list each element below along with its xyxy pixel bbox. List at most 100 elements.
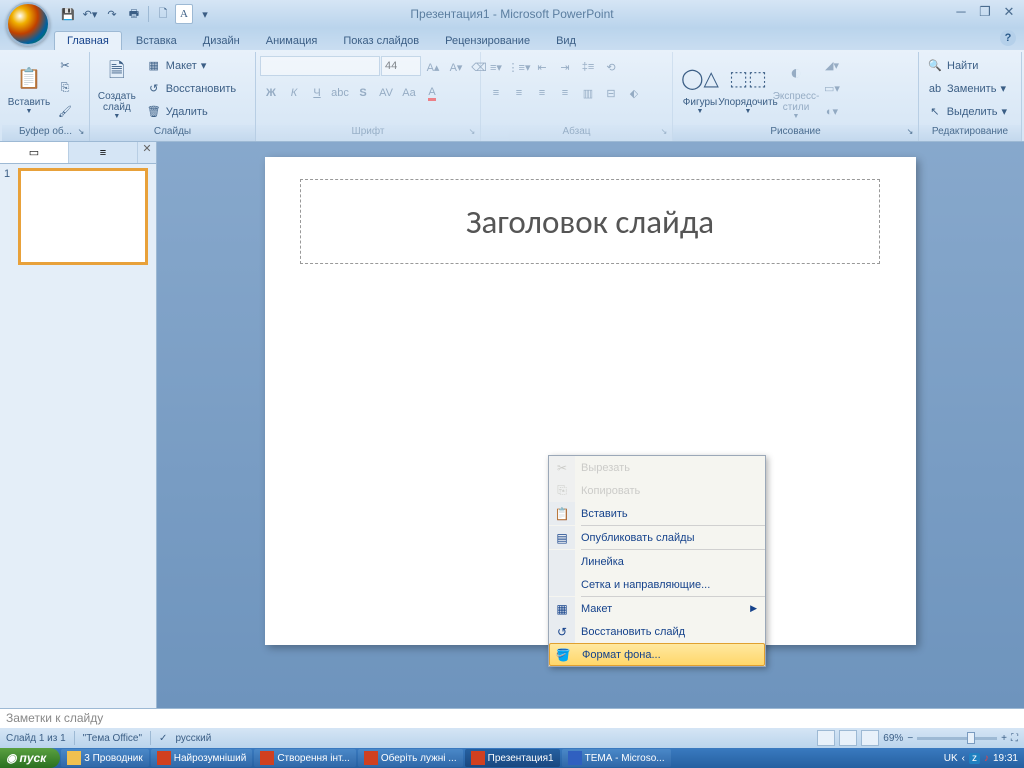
bold-icon[interactable]: Ж — [260, 82, 282, 104]
shadow-icon[interactable]: S — [352, 82, 374, 104]
dialog-launcher-icon[interactable]: ↘ — [658, 127, 670, 139]
slides-tab[interactable]: ▭ — [0, 142, 69, 163]
ctx-grid[interactable]: Сетка и направляющие... — [549, 573, 765, 596]
justify-icon[interactable]: ≡ — [554, 82, 576, 104]
text-direction-icon[interactable]: ⟲ — [600, 56, 622, 78]
font-size-combo[interactable]: 44 — [381, 56, 421, 76]
cut-icon[interactable]: ✂ — [54, 55, 76, 77]
tab-home[interactable]: Главная — [54, 31, 122, 50]
replace-button[interactable]: abЗаменить ▾ — [923, 78, 1011, 100]
ctx-paste[interactable]: 📋Вставить — [549, 502, 765, 525]
smartart-icon[interactable]: ⬖ — [623, 82, 645, 104]
spacing-icon[interactable]: AV — [375, 82, 397, 104]
new-slide-button[interactable]: 🗎 Создать слайд▼ — [94, 55, 140, 123]
redo-icon[interactable]: ↷ — [102, 4, 122, 24]
align-text-icon[interactable]: ⊟ — [600, 82, 622, 104]
grow-font-icon[interactable]: A▴ — [422, 56, 444, 78]
tab-slideshow[interactable]: Показ слайдов — [331, 32, 431, 50]
align-left-icon[interactable]: ≡ — [485, 82, 507, 104]
tab-insert[interactable]: Вставка — [124, 32, 189, 50]
paste-button[interactable]: 📋 Вставить▼ — [6, 55, 52, 123]
thumbnail-item[interactable]: 1 — [4, 168, 152, 265]
tab-view[interactable]: Вид — [544, 32, 588, 50]
select-button[interactable]: ↖Выделить ▾ — [923, 101, 1011, 123]
line-spacing-icon[interactable]: ‡≡ — [577, 56, 599, 78]
delete-button[interactable]: 🗑Удалить — [142, 101, 251, 123]
italic-icon[interactable]: К — [283, 82, 305, 104]
reset-button[interactable]: ↺Восстановить — [142, 78, 251, 100]
normal-view-icon[interactable] — [817, 730, 835, 746]
bullets-icon[interactable]: ≡▾ — [485, 56, 507, 78]
undo-icon[interactable]: ↶▾ — [80, 4, 100, 24]
shape-fill-icon[interactable]: ◢▾ — [821, 55, 843, 77]
numbering-icon[interactable]: ⋮≡▾ — [508, 56, 530, 78]
font-name-combo[interactable] — [260, 56, 380, 76]
taskbar-item[interactable]: Презентация1 — [465, 749, 560, 767]
arrange-button[interactable]: ⬚⬚Упорядочить▼ — [725, 55, 771, 123]
minimize-icon[interactable]: ─ — [952, 4, 970, 18]
indent-inc-icon[interactable]: ⇥ — [554, 56, 576, 78]
title-placeholder[interactable]: Заголовок слайда — [300, 179, 880, 264]
ctx-cut[interactable]: ✂Вырезать — [549, 456, 765, 479]
zoom-level[interactable]: 69% — [883, 733, 903, 744]
save-icon[interactable]: 💾 — [58, 4, 78, 24]
clock[interactable]: 19:31 — [993, 753, 1018, 764]
dialog-launcher-icon[interactable]: ↘ — [75, 127, 87, 139]
tab-review[interactable]: Рецензирование — [433, 32, 542, 50]
layout-button[interactable]: ▦Макет ▾ — [142, 55, 251, 77]
tab-animation[interactable]: Анимация — [254, 32, 330, 50]
dialog-launcher-icon[interactable]: ↘ — [904, 127, 916, 139]
align-center-icon[interactable]: ≡ — [508, 82, 530, 104]
pane-close-icon[interactable]: ✕ — [138, 142, 156, 163]
help-icon[interactable]: ? — [1000, 30, 1016, 46]
language-indicator[interactable]: UK — [944, 753, 958, 764]
ctx-reset[interactable]: ↺Восстановить слайд — [549, 620, 765, 643]
tab-design[interactable]: Дизайн — [191, 32, 252, 50]
taskbar-item[interactable]: Створення інт... — [254, 749, 355, 767]
tray-icon[interactable]: ♪ — [984, 753, 989, 764]
columns-icon[interactable]: ▥ — [577, 82, 599, 104]
fit-view-icon[interactable]: ⛶ — [1011, 733, 1018, 744]
start-button[interactable]: ◉ пуск — [0, 748, 60, 768]
indent-dec-icon[interactable]: ⇤ — [531, 56, 553, 78]
tray-icon[interactable]: ‹ — [962, 753, 965, 764]
status-language[interactable]: русский — [175, 733, 211, 744]
ctx-publish[interactable]: ▤Опубликовать слайды — [549, 526, 765, 549]
qat-more-icon[interactable]: ▾ — [195, 4, 215, 24]
close-icon[interactable]: ✕ — [1000, 4, 1018, 18]
spellcheck-icon[interactable]: ✓ — [159, 733, 167, 744]
notes-pane[interactable]: Заметки к слайду — [0, 708, 1024, 728]
taskbar-item[interactable]: ТЕМА - Microso... — [562, 749, 671, 767]
print-icon[interactable]: 🖶 — [124, 4, 144, 24]
format-painter-icon[interactable]: 🖌 — [54, 101, 76, 123]
sorter-view-icon[interactable] — [839, 730, 857, 746]
find-button[interactable]: 🔍Найти — [923, 55, 1011, 77]
maximize-icon[interactable]: ❐ — [976, 4, 994, 18]
font-color-icon[interactable]: A — [421, 82, 443, 104]
shape-outline-icon[interactable]: ▭▾ — [821, 78, 843, 100]
quick-styles-button[interactable]: ◐Экспресс-стили▼ — [773, 55, 819, 123]
zoom-thumb[interactable] — [967, 732, 975, 744]
tray-icon[interactable]: z — [969, 753, 980, 764]
office-button[interactable] — [6, 2, 50, 46]
slideshow-view-icon[interactable] — [861, 730, 879, 746]
taskbar-item[interactable]: Найрозумніший — [151, 749, 253, 767]
thumbnail[interactable] — [18, 168, 148, 265]
shapes-button[interactable]: ◯△Фигуры▼ — [677, 55, 723, 123]
zoom-in-icon[interactable]: + — [1001, 733, 1007, 744]
font-a-button[interactable]: А — [175, 4, 193, 24]
align-right-icon[interactable]: ≡ — [531, 82, 553, 104]
underline-icon[interactable]: Ч — [306, 82, 328, 104]
zoom-out-icon[interactable]: − — [907, 733, 913, 744]
ctx-layout[interactable]: ▦Макет▶ — [549, 597, 765, 620]
shrink-font-icon[interactable]: A▾ — [445, 56, 467, 78]
copy-icon[interactable]: ⎘ — [54, 78, 76, 100]
outline-tab[interactable]: ≡ — [69, 142, 138, 163]
zoom-slider[interactable] — [917, 737, 997, 740]
strike-icon[interactable]: abc — [329, 82, 351, 104]
new-icon[interactable]: 🗋 — [153, 4, 173, 24]
ctx-format-background[interactable]: 🪣Формат фона... — [549, 643, 765, 666]
ctx-ruler[interactable]: Линейка — [549, 550, 765, 573]
dialog-launcher-icon[interactable]: ↘ — [466, 127, 478, 139]
taskbar-item[interactable]: 3 Проводник — [61, 749, 149, 767]
